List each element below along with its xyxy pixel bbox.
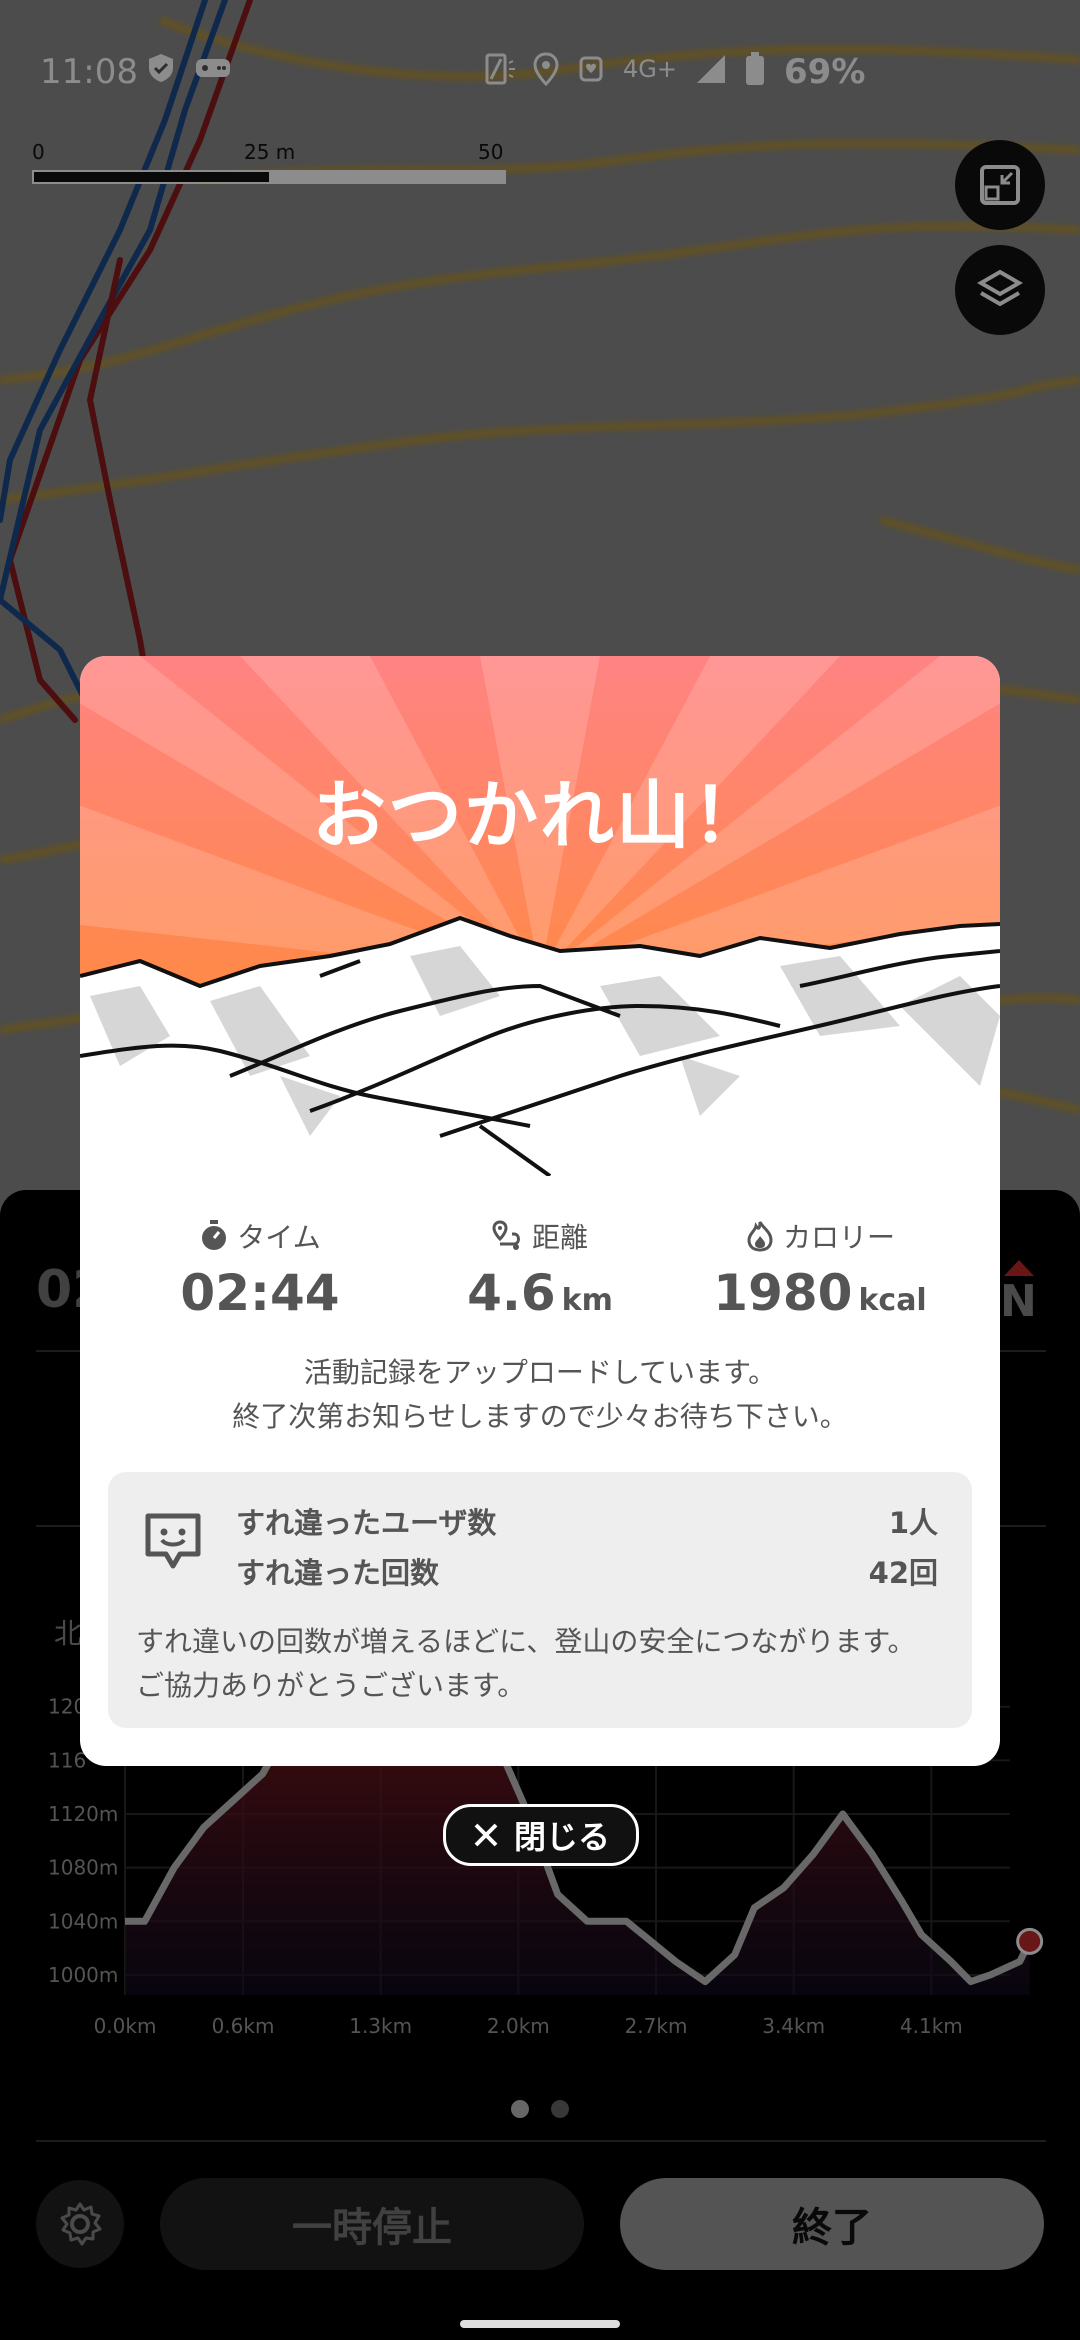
- stat-time: タイム 02:44: [110, 1216, 410, 1322]
- passed-users-label: すれ違ったユーザ数: [236, 1506, 497, 1540]
- dialog-title: おつかれ山！: [312, 773, 768, 859]
- passing-info-box: すれ違ったユーザ数 1人 すれ違った回数 42回 すれ違いの回数が増えるほどに、…: [108, 1472, 972, 1728]
- close-button[interactable]: 閉じる: [443, 1804, 639, 1866]
- stat-value: 02:44: [180, 1264, 340, 1322]
- stat-label: タイム: [237, 1221, 321, 1254]
- close-label: 閉じる: [513, 1818, 610, 1856]
- passed-count-label: すれ違った回数: [236, 1556, 440, 1590]
- stat-unit: kcal: [858, 1283, 927, 1318]
- passed-count-row: すれ違った回数 42回: [236, 1550, 938, 1592]
- celebration-banner: おつかれ山！: [80, 656, 1000, 1176]
- stat-unit: km: [561, 1283, 613, 1318]
- flame-icon: [747, 1221, 773, 1252]
- upload-message: 活動記録をアップロードしています。 終了次第お知らせしますので少々お待ち下さい。: [80, 1351, 1000, 1439]
- passed-count-value: 42回: [868, 1556, 938, 1590]
- passed-users-value: 1人: [888, 1506, 938, 1540]
- passing-note: すれ違いの回数が増えるほどに、登山の安全につながります。ご協力ありがとうございま…: [136, 1625, 916, 1702]
- home-indicator[interactable]: [460, 2320, 620, 2328]
- activity-stats: タイム 02:44 距離 4.6 km カロリー 1980 kcal: [80, 1216, 1000, 1356]
- upload-message-line2: 終了次第お知らせしますので少々お待ち下さい。: [232, 1400, 848, 1433]
- stopwatch-icon: [202, 1220, 227, 1250]
- mountain-illustration: [80, 656, 1000, 1176]
- stat-value: 1980: [713, 1264, 853, 1322]
- route-icon: [492, 1220, 520, 1250]
- passing-users-icon: [145, 1513, 201, 1569]
- stat-label: カロリー: [782, 1221, 895, 1254]
- stat-distance: 距離 4.6 km: [390, 1216, 690, 1322]
- stat-label: 距離: [531, 1221, 588, 1254]
- upload-message-line1: 活動記録をアップロードしています。: [303, 1356, 777, 1389]
- close-icon: [474, 1823, 498, 1847]
- stat-value: 4.6: [467, 1264, 556, 1322]
- passed-users-row: すれ違ったユーザ数 1人: [236, 1500, 938, 1542]
- summary-dialog: おつかれ山！ タイム 02:44 距離 4.6 km カロリー 1980 kcal …: [80, 656, 1000, 1766]
- stat-calories: カロリー 1980 kcal: [670, 1216, 970, 1322]
